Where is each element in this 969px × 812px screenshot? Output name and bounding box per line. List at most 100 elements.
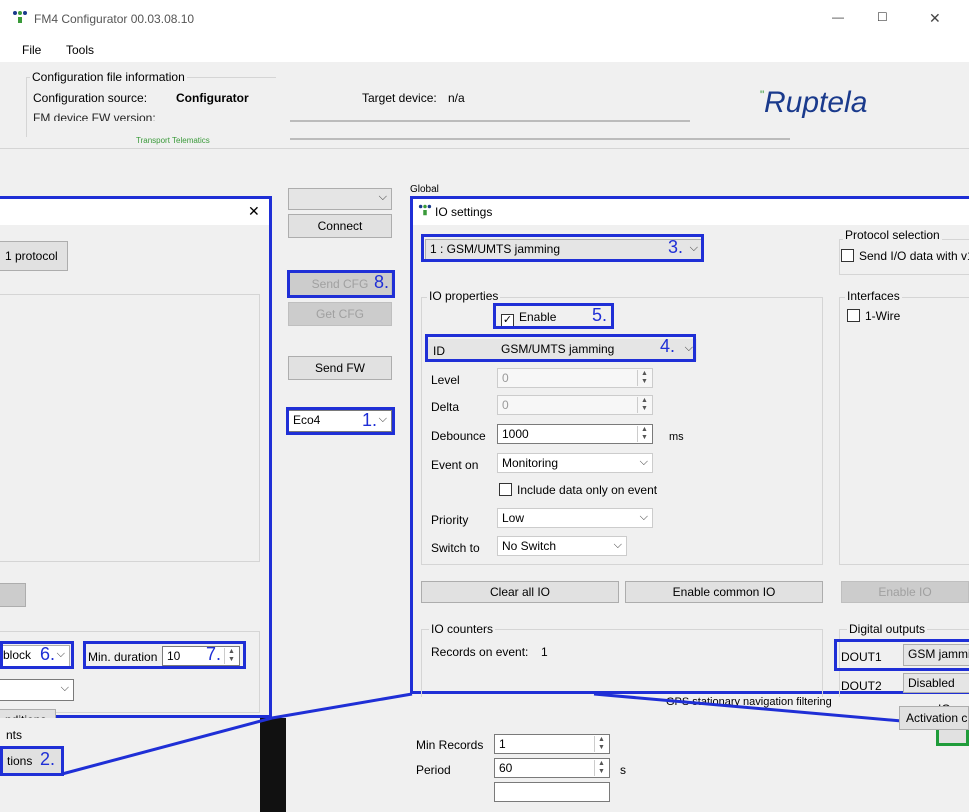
callout-number-6: 6. — [40, 644, 56, 664]
switch-to-combo[interactable]: No Switch ⌵ — [497, 536, 627, 556]
garbled-area — [290, 138, 790, 140]
io-settings-dialog: IO settings 1 : GSM/UMTS jamming ⌵ IO pro… — [410, 196, 969, 697]
debounce-label: Debounce — [431, 429, 486, 443]
left-combo[interactable]: ⌵ — [0, 679, 74, 701]
event-on-combo[interactable]: Monitoring ⌵ — [497, 453, 653, 473]
clear-all-io-button[interactable]: Clear all IO — [421, 581, 619, 603]
brand-dots-icon: " — [760, 88, 765, 102]
debounce-field[interactable]: 1000 ▲ ▼ — [497, 424, 653, 444]
menu-tools[interactable]: Tools — [66, 43, 94, 57]
maximize-icon[interactable]: ☐ — [877, 10, 888, 24]
minimize-icon[interactable]: — — [832, 10, 844, 24]
protocol-selection-label: Protocol selection — [843, 228, 942, 242]
menu-bar: File Tools — [0, 40, 969, 62]
io-dialog-title: IO settings — [435, 205, 493, 219]
interfaces-label: Interfaces — [845, 289, 902, 303]
include-data-checkbox[interactable]: Include data only on event — [499, 483, 657, 497]
dout1-value: GSM jamming — [908, 647, 969, 661]
level-field[interactable]: 0 ▲ ▼ — [497, 368, 653, 388]
interfaces-group — [839, 297, 969, 565]
min-duration-label: Min. duration — [88, 650, 158, 664]
onewire-checkbox[interactable]: 1-Wire — [847, 309, 900, 323]
left-dialog-titlebar — [0, 199, 269, 225]
min-records-label: Min Records — [416, 738, 484, 752]
io-select-combo[interactable]: 1 : GSM/UMTS jamming ⌵ — [425, 239, 703, 261]
close-icon[interactable]: ✕ — [929, 10, 941, 27]
dout1-combo[interactable]: GSM jamming — [903, 644, 969, 666]
delta-value: 0 — [502, 398, 509, 412]
debounce-unit: ms — [669, 431, 684, 443]
chevron-down-icon: ⌵ — [56, 648, 65, 660]
callout-number-5: 5. — [592, 305, 608, 325]
config-source-value: Configurator — [176, 91, 249, 105]
protocol-button-label: 1 protocol — [5, 249, 58, 263]
get-cfg-button[interactable]: Get CFG — [288, 302, 392, 326]
config-info-group — [26, 77, 276, 137]
stepper-icon[interactable]: ▲ ▼ — [637, 370, 651, 386]
callout-number-8: 8. — [374, 272, 390, 292]
gps-filter-label: GPS stationary navigation filtering — [666, 696, 832, 708]
chevron-down-icon: ⌵ — [613, 539, 622, 551]
block-combo[interactable]: block ⌵ — [0, 645, 70, 667]
brand-logo: Ruptela — [764, 86, 868, 119]
send-fw-button-label: Send FW — [314, 361, 365, 375]
checkbox-icon — [499, 483, 512, 496]
send-fw-button[interactable]: Send FW — [288, 356, 392, 380]
period-value: 60 — [499, 761, 513, 775]
send-cfg-button-label: Send CFG — [311, 277, 369, 291]
period-field[interactable]: 60 ▲ ▼ — [494, 758, 610, 778]
left-inner-panel — [0, 294, 260, 562]
dout2-combo[interactable]: Disabled — [903, 673, 969, 693]
io-dialog-titlebar — [413, 199, 969, 225]
priority-label: Priority — [431, 513, 469, 527]
dark-strip — [260, 718, 286, 812]
switch-to-value: No Switch — [502, 539, 557, 553]
title-bar: FM4 Configurator 00.03.08.10 — ☐ ✕ — [0, 0, 969, 40]
send-io-v1-label: Send I/O data with v1 — [859, 249, 969, 263]
stepper-icon[interactable]: ▲ ▼ — [224, 648, 238, 664]
enable-io-button[interactable]: Enable IO — [841, 581, 969, 603]
io-counters-group — [421, 629, 823, 697]
activation-c-button[interactable]: Activation c — [899, 706, 969, 730]
fw-version-label: FM device FW version: — [33, 111, 156, 121]
onewire-label: 1-Wire — [865, 309, 901, 323]
debounce-value: 1000 — [502, 427, 529, 441]
priority-combo[interactable]: Low ⌵ — [497, 508, 653, 528]
global-label: Global — [410, 184, 439, 195]
top-middle-combo[interactable]: ⌵ — [288, 188, 392, 210]
protocol-button[interactable]: 1 protocol — [0, 241, 68, 271]
lower-panel — [404, 690, 969, 812]
min-records-field[interactable]: 1 ▲ ▼ — [494, 734, 610, 754]
garbled-area — [290, 120, 690, 122]
connect-button[interactable]: Connect — [288, 214, 392, 238]
period-unit: s — [620, 763, 626, 777]
brand-subtitle: Transport Telematics — [136, 136, 210, 145]
id-label: ID — [433, 344, 445, 358]
stepper-icon[interactable]: ▲ ▼ — [594, 760, 608, 776]
io-dialog-icon — [418, 203, 432, 217]
enable-label: Enable — [519, 310, 557, 324]
config-source-label: Configuration source: — [33, 91, 148, 105]
min-duration-field[interactable]: 10 ▲ ▼ — [162, 646, 240, 666]
chevron-down-icon: ⌵ — [689, 242, 698, 254]
left-small-button[interactable] — [0, 583, 26, 607]
send-io-v1-checkbox[interactable]: Send I/O data with v1 — [841, 249, 969, 263]
menu-file[interactable]: File — [22, 43, 41, 57]
enable-common-io-button[interactable]: Enable common IO — [625, 581, 823, 603]
event-on-label: Event on — [431, 458, 479, 472]
delta-field[interactable]: 0 ▲ ▼ — [497, 395, 653, 415]
enable-checkbox[interactable]: ✓ Enable — [501, 310, 556, 327]
extra-field[interactable] — [494, 782, 610, 802]
stepper-icon[interactable]: ▲ ▼ — [637, 426, 651, 442]
get-cfg-button-label: Get CFG — [315, 307, 364, 321]
chevron-down-icon: ⌵ — [378, 191, 387, 203]
stepper-icon[interactable]: ▲ ▼ — [637, 397, 651, 413]
left-dialog-close-icon[interactable]: ✕ — [248, 203, 260, 220]
device-combo-value: Eco4 — [293, 413, 321, 427]
io-counters-label: IO counters — [429, 622, 496, 636]
id-value: GSM/UMTS jamming — [501, 342, 615, 356]
stepper-icon[interactable]: ▲ ▼ — [594, 736, 608, 752]
check-icon: ✓ — [501, 314, 514, 327]
options-button-label: tions — [7, 754, 33, 768]
target-device-label: Target device: — [362, 91, 437, 105]
